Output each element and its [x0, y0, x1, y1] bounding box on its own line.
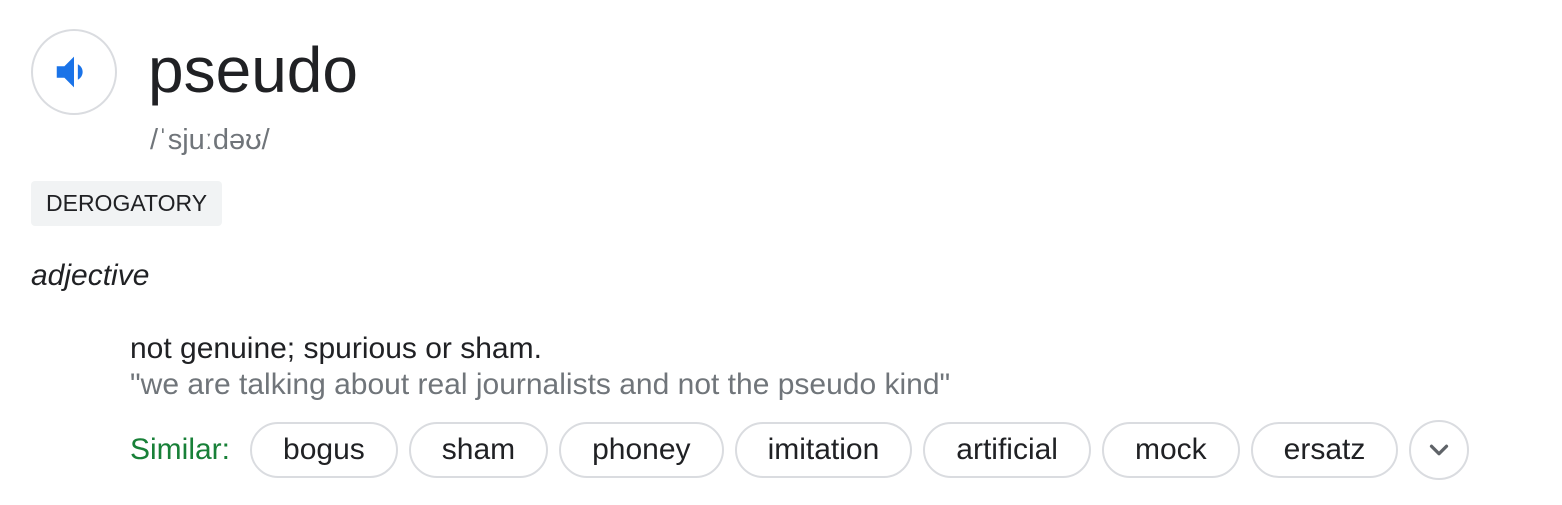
similar-words-row: Similar: bogus sham phoney imitation art…	[130, 420, 1470, 480]
pronunciation-audio-button[interactable]	[31, 29, 117, 115]
similar-chip-mock[interactable]: mock	[1101, 422, 1240, 478]
example-sentence: "we are talking about real journalists a…	[130, 368, 951, 401]
chevron-down-icon	[1430, 444, 1449, 456]
similar-chip-sham[interactable]: sham	[408, 422, 549, 478]
expand-similar-button[interactable]	[1409, 420, 1470, 480]
phonetic-transcription: /ˈsjuːdəʊ/	[150, 124, 270, 156]
register-badge: DEROGATORY	[31, 181, 223, 226]
similar-chip-artificial[interactable]: artificial	[923, 422, 1091, 478]
similar-chip-ersatz[interactable]: ersatz	[1250, 422, 1399, 478]
volume-up-icon	[56, 56, 83, 88]
headword: pseudo	[148, 34, 358, 106]
similar-chip-phoney[interactable]: phoney	[559, 422, 724, 478]
similar-label: Similar:	[130, 433, 231, 466]
definition-text: not genuine; spurious or sham.	[130, 332, 542, 365]
similar-chip-imitation[interactable]: imitation	[734, 422, 913, 478]
part-of-speech: adjective	[31, 259, 150, 292]
similar-chip-bogus[interactable]: bogus	[250, 422, 398, 478]
